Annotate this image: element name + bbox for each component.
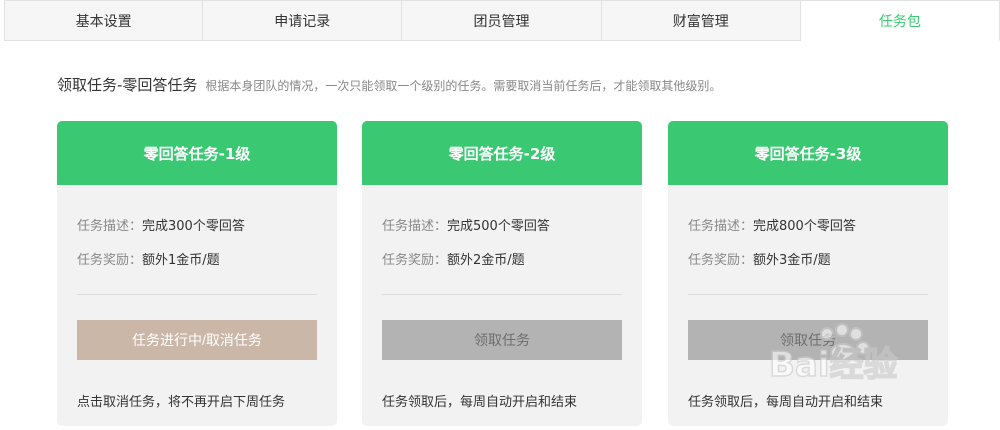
- tab-task-package[interactable]: 任务包: [800, 0, 1000, 41]
- claim-task-button[interactable]: 领取任务: [382, 320, 622, 360]
- card-title: 零回答任务-3级: [668, 121, 948, 185]
- claim-task-button[interactable]: 领取任务: [688, 320, 928, 360]
- reward-label: 任务奖励：: [382, 253, 448, 268]
- tab-bar: 基本设置 申请记录 团员管理 财富管理 任务包: [4, 0, 1000, 41]
- task-reward: 任务奖励：额外2金币/题: [382, 249, 525, 268]
- reward-value: 额外3金币/题: [753, 253, 831, 268]
- description-value: 完成800个零回答: [753, 219, 856, 234]
- card-divider: [688, 294, 928, 295]
- card-title: 零回答任务-1级: [57, 121, 337, 185]
- description-label: 任务描述：: [77, 219, 143, 234]
- task-description: 任务描述：完成800个零回答: [688, 215, 856, 234]
- reward-value: 额外2金币/题: [447, 253, 525, 268]
- tab-application-records[interactable]: 申请记录: [203, 0, 403, 41]
- section-title: 领取任务-零回答任务: [57, 76, 198, 94]
- card-footer-note: 点击取消任务，将不再开启下周任务: [77, 395, 286, 410]
- card-divider: [382, 294, 622, 295]
- task-description: 任务描述：完成300个零回答: [77, 215, 245, 234]
- task-description: 任务描述：完成500个零回答: [382, 215, 550, 234]
- description-value: 完成300个零回答: [142, 219, 245, 234]
- reward-label: 任务奖励：: [688, 253, 754, 268]
- task-reward: 任务奖励：额外1金币/题: [77, 249, 220, 268]
- description-value: 完成500个零回答: [447, 219, 550, 234]
- reward-value: 额外1金币/题: [142, 253, 220, 268]
- task-reward: 任务奖励：额外3金币/题: [688, 249, 831, 268]
- task-card-level-3: 零回答任务-3级 任务描述：完成800个零回答 任务奖励：额外3金币/题 领取任…: [668, 121, 948, 426]
- tab-member-management[interactable]: 团员管理: [402, 0, 602, 41]
- reward-label: 任务奖励：: [77, 253, 143, 268]
- task-card-level-1: 零回答任务-1级 任务描述：完成300个零回答 任务奖励：额外1金币/题 任务进…: [57, 121, 337, 426]
- card-divider: [77, 294, 317, 295]
- tab-wealth-management[interactable]: 财富管理: [601, 0, 801, 41]
- section-note: 根据本身团队的情况，一次只能领取一个级别的任务。需要取消当前任务后，才能领取其他…: [205, 79, 722, 93]
- section-header: 领取任务-零回答任务 根据本身团队的情况，一次只能领取一个级别的任务。需要取消当…: [57, 74, 721, 95]
- description-label: 任务描述：: [382, 219, 448, 234]
- description-label: 任务描述：: [688, 219, 754, 234]
- card-title: 零回答任务-2级: [362, 121, 642, 185]
- task-card-level-2: 零回答任务-2级 任务描述：完成500个零回答 任务奖励：额外2金币/题 领取任…: [362, 121, 642, 426]
- tab-basic-settings[interactable]: 基本设置: [4, 0, 204, 41]
- card-footer-note: 任务领取后，每周自动开启和结束: [382, 395, 578, 410]
- cancel-task-button[interactable]: 任务进行中/取消任务: [77, 320, 317, 360]
- card-footer-note: 任务领取后，每周自动开启和结束: [688, 395, 884, 410]
